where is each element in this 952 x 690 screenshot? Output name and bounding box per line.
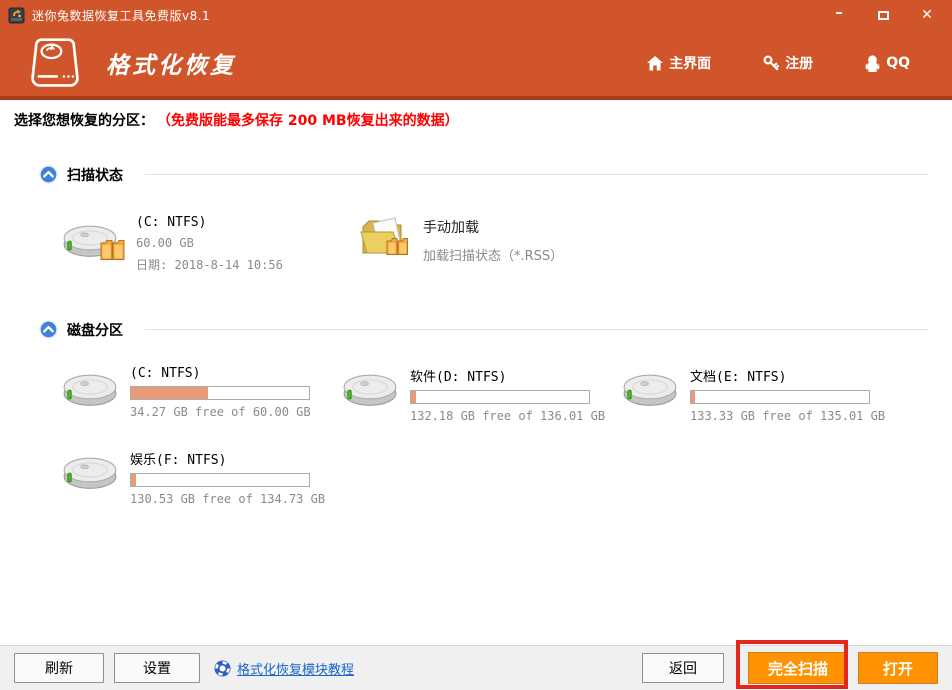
partition-info: 软件(D: NTFS) 132.18 GB free of 136.01 GB bbox=[410, 366, 605, 423]
tutorial-link[interactable]: 格式化恢复模块教程 bbox=[237, 659, 354, 678]
collapse-section-icon[interactable] bbox=[38, 319, 59, 340]
main-content: 选择您想恢复的分区： （免费版能最多保存 200 MB恢复出来的数据） 扫描状态 bbox=[0, 100, 952, 645]
back-button[interactable]: 返回 bbox=[642, 653, 724, 683]
partition-usage-bar bbox=[130, 386, 310, 400]
prompt-highlight-text: （免费版能最多保存 200 MB恢复出来的数据） bbox=[164, 113, 459, 129]
nav-item-main[interactable]: 主界面 bbox=[647, 53, 711, 73]
header-nav: 主界面 注册 QQ bbox=[647, 53, 938, 73]
partition-usage-fill bbox=[131, 474, 136, 486]
partition-free-text: 133.33 GB free of 135.01 GB bbox=[690, 409, 885, 423]
section-divider bbox=[145, 174, 928, 175]
manual-load-info: 手动加载 加载扫描状态（*.RSS） bbox=[423, 213, 563, 273]
partitions-title: 磁盘分区 bbox=[67, 320, 123, 340]
footer-bar: 刷新 设置 格式化恢复模块教程 返回 完全扫描 打开 bbox=[0, 645, 952, 690]
partition-item-d[interactable]: 软件(D: NTFS) 132.18 GB free of 136.01 GB bbox=[342, 366, 622, 423]
nav-item-register[interactable]: 注册 bbox=[763, 53, 813, 73]
partition-usage-fill bbox=[691, 391, 695, 403]
partition-name: (C: NTFS) bbox=[130, 366, 311, 381]
maximize-button[interactable] bbox=[874, 6, 892, 24]
settings-button[interactable]: 设置 bbox=[114, 653, 200, 683]
section-divider bbox=[145, 329, 928, 330]
partition-free-text: 130.53 GB free of 134.73 GB bbox=[130, 492, 325, 506]
partition-info: 文档(E: NTFS) 133.33 GB free of 135.01 GB bbox=[690, 366, 885, 423]
home-icon bbox=[647, 56, 663, 71]
manual-load-title: 手动加载 bbox=[423, 217, 563, 237]
nav-label-main: 主界面 bbox=[669, 53, 711, 73]
manual-load-subtitle: 加载扫描状态（*.RSS） bbox=[423, 245, 563, 264]
partitions-section-header: 磁盘分区 bbox=[38, 319, 938, 340]
prompt-line: 选择您想恢复的分区： （免费版能最多保存 200 MB恢复出来的数据） bbox=[14, 110, 938, 130]
partition-usage-bar bbox=[130, 473, 310, 487]
partition-name: 软件(D: NTFS) bbox=[410, 366, 605, 385]
drive-icon bbox=[342, 366, 398, 408]
app-icon bbox=[8, 7, 25, 24]
partition-free-text: 132.18 GB free of 136.01 GB bbox=[410, 409, 605, 423]
tutorial-link-group[interactable]: 格式化恢复模块教程 bbox=[214, 659, 354, 678]
collapse-section-icon[interactable] bbox=[38, 164, 59, 185]
nav-label-qq: QQ bbox=[886, 55, 910, 71]
folder-pair-icon bbox=[100, 239, 126, 261]
maximize-icon bbox=[878, 11, 889, 20]
qq-penguin-icon bbox=[865, 55, 880, 72]
partition-usage-bar bbox=[690, 390, 870, 404]
manual-load-item[interactable]: 手动加载 加载扫描状态（*.RSS） bbox=[359, 213, 563, 273]
nav-item-qq[interactable]: QQ bbox=[865, 55, 910, 72]
scan-status-body: (C: NTFS) 60.00 GB 日期: 2018-8-14 10:56 手… bbox=[62, 213, 938, 273]
footer-actions: 返回 完全扫描 打开 bbox=[642, 652, 938, 684]
partition-info: 娱乐(F: NTFS) 130.53 GB free of 134.73 GB bbox=[130, 449, 325, 506]
full-scan-button[interactable]: 完全扫描 bbox=[748, 652, 848, 684]
header: 格式化恢复 主界面 注册 bbox=[0, 30, 952, 96]
refresh-button[interactable]: 刷新 bbox=[14, 653, 104, 683]
key-icon bbox=[763, 55, 779, 71]
scan-item-name: (C: NTFS) bbox=[136, 215, 283, 230]
drive-icon bbox=[62, 449, 118, 491]
partition-item-e[interactable]: 文档(E: NTFS) 133.33 GB free of 135.01 GB bbox=[622, 366, 902, 423]
partition-name: 娱乐(F: NTFS) bbox=[130, 449, 325, 468]
partition-usage-fill bbox=[131, 387, 208, 399]
open-folder-icon bbox=[359, 213, 411, 263]
window-title: 迷你兔数据恢复工具免费版v8.1 bbox=[32, 7, 210, 24]
partition-info: (C: NTFS) 34.27 GB free of 60.00 GB bbox=[130, 366, 311, 423]
partition-name: 文档(E: NTFS) bbox=[690, 366, 885, 385]
nav-label-register: 注册 bbox=[785, 53, 813, 73]
close-button[interactable]: ✕ bbox=[918, 6, 936, 24]
module-title: 格式化恢复 bbox=[106, 46, 236, 80]
scan-item-info: (C: NTFS) 60.00 GB 日期: 2018-8-14 10:56 bbox=[136, 213, 283, 273]
lifebuoy-icon bbox=[214, 660, 231, 677]
partition-item-f[interactable]: 娱乐(F: NTFS) 130.53 GB free of 134.73 GB bbox=[62, 449, 342, 506]
scan-item-date: 日期: 2018-8-14 10:56 bbox=[136, 256, 283, 273]
partition-item-c[interactable]: (C: NTFS) 34.27 GB free of 60.00 GB bbox=[62, 366, 342, 423]
partition-free-text: 34.27 GB free of 60.00 GB bbox=[130, 405, 311, 419]
prompt-text: 选择您想恢复的分区： bbox=[14, 113, 154, 129]
scan-drive-icon-wrap bbox=[62, 213, 122, 263]
drive-icon bbox=[62, 366, 118, 408]
scan-item-size: 60.00 GB bbox=[136, 236, 283, 250]
scan-result-item[interactable]: (C: NTFS) 60.00 GB 日期: 2018-8-14 10:56 bbox=[62, 213, 345, 273]
open-button[interactable]: 打开 bbox=[858, 652, 938, 684]
partition-grid: (C: NTFS) 34.27 GB free of 60.00 GB 软件( bbox=[62, 366, 938, 506]
partition-usage-fill bbox=[411, 391, 416, 403]
format-recovery-logo-icon bbox=[26, 37, 84, 89]
minimize-button[interactable]: – bbox=[830, 6, 848, 24]
partition-usage-bar bbox=[410, 390, 590, 404]
scan-status-title: 扫描状态 bbox=[67, 165, 123, 185]
drive-icon bbox=[622, 366, 678, 408]
app-window: 迷你兔数据恢复工具免费版v8.1 – ✕ 格式化恢复 主界面 bbox=[0, 0, 952, 690]
scan-status-section-header: 扫描状态 bbox=[38, 164, 938, 185]
titlebar: 迷你兔数据恢复工具免费版v8.1 – ✕ bbox=[0, 0, 952, 30]
window-controls: – ✕ bbox=[830, 6, 944, 24]
